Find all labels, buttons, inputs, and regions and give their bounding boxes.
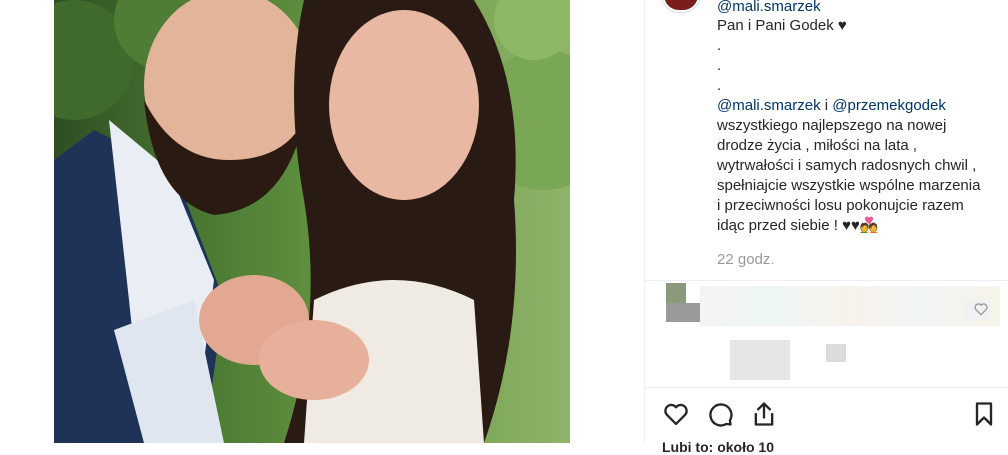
horizontal-divider <box>645 280 1008 281</box>
caption-mentions: @mali.smarzek i @przemekgodek <box>717 96 997 116</box>
caption-conjunction: i <box>820 97 833 114</box>
share-icon[interactable] <box>750 400 778 428</box>
mention-link[interactable]: @przemekgodek <box>832 97 946 114</box>
post-timestamp[interactable]: 22 godz. <box>717 251 775 268</box>
heart-icon[interactable] <box>662 400 690 428</box>
blurred-comment-text <box>730 340 790 380</box>
bookmark-icon[interactable] <box>970 400 998 428</box>
caption-body-line: wszystkiego najlepszego na nowej <box>717 117 947 134</box>
likes-count[interactable]: Lubi to: około 10 <box>662 439 774 455</box>
caption-dot: . <box>717 57 722 74</box>
blurred-avatar <box>666 283 686 303</box>
page-background <box>0 0 54 443</box>
blurred-comment-text <box>826 344 846 362</box>
caption-body-line: spełniajcie wszystkie wspólne marzenia <box>717 177 981 194</box>
photo-illustration <box>54 0 570 443</box>
caption-body-line: i przeciwności losu pokonujcie razem <box>717 197 964 214</box>
caption-title: Pan i Pani Godek ♥ <box>717 17 847 34</box>
caption-dot: . <box>717 37 722 54</box>
blurred-comment-text <box>700 286 1000 326</box>
post-photo[interactable] <box>54 0 570 443</box>
post-caption: Pan i Pani Godek ♥ . . . @mali.smarzek i… <box>717 16 997 236</box>
comment-icon[interactable] <box>706 400 734 428</box>
vertical-divider <box>644 0 645 443</box>
caption-body-line: idąc przed siebie ! ♥♥💑 <box>717 217 879 234</box>
horizontal-divider <box>645 387 1008 388</box>
caption-body-line: drodze życia , miłości na lata , <box>717 137 918 154</box>
post-author-username[interactable]: @mali.smarzek <box>717 0 821 15</box>
mention-link[interactable]: @mali.smarzek <box>717 97 821 114</box>
caption-body-line: wytrwałości i samych radosnych chwil , <box>717 157 977 174</box>
comment-heart-icon[interactable] <box>973 301 989 317</box>
caption-dot: . <box>717 77 722 94</box>
